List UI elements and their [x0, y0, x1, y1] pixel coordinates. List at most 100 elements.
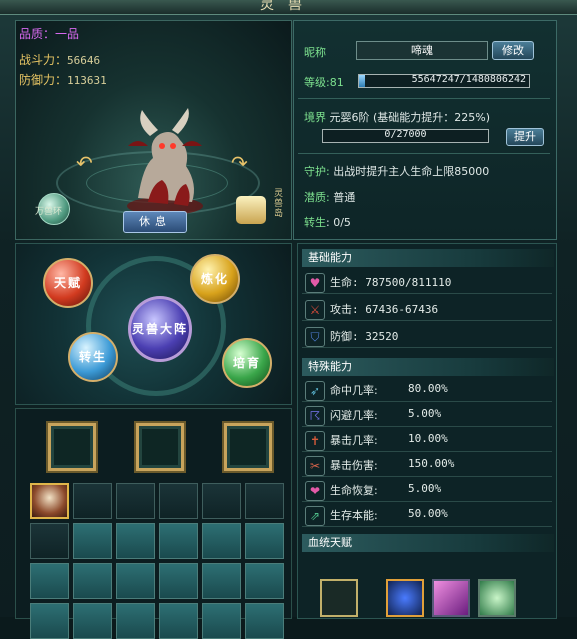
divider	[298, 98, 550, 99]
defense-power-row: 防御力：113631	[19, 71, 107, 88]
potential-text: 普通	[333, 191, 356, 204]
inventory-slot[interactable]	[245, 483, 284, 519]
inventory-slot[interactable]	[116, 603, 155, 639]
level-label: 等级	[304, 76, 326, 89]
inventory-slot[interactable]	[73, 523, 112, 559]
rotate-right-arrow-icon[interactable]: ↷	[231, 151, 248, 175]
rebirth-label: 转生	[304, 216, 326, 229]
inventory-slot[interactable]	[202, 483, 241, 519]
inventory-slot[interactable]	[159, 603, 198, 639]
special-stat-value: 80.00%	[408, 382, 448, 395]
pet-model-image[interactable]	[118, 106, 213, 216]
heart-regen-icon: ❤	[305, 481, 325, 501]
defense-power-label: 防御力：	[19, 73, 68, 87]
special-stat-value: 5.00%	[408, 407, 442, 420]
potential-label: 潜质	[304, 191, 326, 204]
basic-stat-row: ⚔ 攻击: 67436-67436	[302, 298, 552, 321]
basic-abilities-header: 基础能力	[302, 249, 554, 267]
special-stat-row: ➶ 命中几率: 80.00%	[302, 379, 552, 402]
inventory-slot[interactable]	[30, 523, 69, 559]
guard-text: 出战时提升主人生命上限85000	[333, 165, 490, 178]
bloodline-talent-header: 血统天赋	[302, 534, 554, 552]
rename-button[interactable]: 修改	[492, 41, 534, 60]
special-stat-label: 暴击伤害:	[330, 459, 378, 472]
survival-icon: ⇗	[305, 506, 325, 526]
xp-text: 55647247/1480806242	[411, 74, 526, 85]
bloodline-wing-icon[interactable]	[432, 579, 470, 617]
inventory-slot[interactable]	[202, 603, 241, 639]
shield-icon: ⛉	[305, 327, 325, 347]
inventory-slot[interactable]	[30, 603, 69, 639]
inventory-slot[interactable]	[159, 483, 198, 519]
dodge-icon: ☈	[305, 406, 325, 426]
equip-slot[interactable]	[48, 423, 96, 471]
basic-stat-text: 生命: 787500/811110	[330, 276, 452, 289]
rotate-left-arrow-icon[interactable]: ↶	[76, 151, 93, 175]
stage-progress-bar: 0/27000	[322, 129, 489, 143]
special-stat-value: 5.00%	[408, 482, 442, 495]
inventory-slot[interactable]	[245, 523, 284, 559]
inventory-slot[interactable]	[73, 483, 112, 519]
level-value: :81	[326, 76, 344, 89]
level-row: 等级:81	[304, 74, 344, 90]
basic-stat-text: 防御: 32520	[330, 330, 399, 343]
crit-damage-icon: ✂	[305, 456, 325, 476]
bloodline-slot-empty[interactable]	[320, 579, 358, 617]
special-stat-label: 命中几率:	[330, 384, 378, 397]
refine-orb-button[interactable]: 炼化	[190, 254, 240, 304]
rebirth-orb-button[interactable]: 转生	[68, 332, 118, 382]
stats-panel: 基础能力 ♥ 生命: 787500/811110 ⚔ 攻击: 67436-67436 ⛉…	[297, 243, 557, 619]
special-stat-value: 50.00%	[408, 507, 448, 520]
arrow-icon: ➶	[305, 381, 325, 401]
inventory-slot[interactable]	[159, 523, 198, 559]
pet-island-label: 灵兽岛	[274, 189, 284, 219]
formation-panel: 天赋 炼化 灵兽大阵 转生 培育	[15, 243, 292, 405]
nickname-field[interactable]: 啼魂	[356, 41, 488, 60]
nickname-label: 昵称	[304, 46, 326, 59]
special-stat-value: 150.00%	[408, 457, 455, 470]
guard-label: 守护	[304, 165, 326, 178]
pet-display-panel: 品质：一品 战斗力：56646 防御力：113631 ↶ ↷ 万兽环 休息 灵兽…	[15, 20, 292, 240]
bloodline-beast-icon[interactable]	[386, 579, 424, 617]
special-stat-row: ✝ 暴击几率: 10.00%	[302, 429, 552, 452]
inventory-slot[interactable]	[116, 483, 155, 519]
inventory-slot[interactable]	[202, 563, 241, 599]
inventory-slot[interactable]	[30, 563, 69, 599]
inventory-slot[interactable]	[202, 523, 241, 559]
defense-power-value: 113631	[67, 74, 107, 87]
inventory-slot[interactable]	[159, 563, 198, 599]
inventory-grid	[30, 483, 284, 639]
combat-power-row: 战斗力：56646	[19, 51, 100, 68]
rest-button[interactable]: 休息	[123, 211, 187, 233]
inventory-slot[interactable]	[116, 563, 155, 599]
heart-icon: ♥	[305, 273, 325, 293]
inventory-slot-pet[interactable]	[30, 483, 69, 519]
window-title-bar: 灵兽	[0, 0, 577, 15]
special-stat-label: 生存本能:	[330, 509, 378, 522]
inventory-slot[interactable]	[245, 563, 284, 599]
equip-slot[interactable]	[224, 423, 272, 471]
talent-orb-button[interactable]: 天赋	[43, 258, 93, 308]
wanshou-ring-label: 万兽环	[35, 207, 63, 217]
pet-quality: 品质：一品	[19, 27, 80, 41]
bloodline-swirl-icon[interactable]	[478, 579, 516, 617]
equip-slot[interactable]	[136, 423, 184, 471]
combat-power-value: 56646	[67, 54, 101, 67]
inventory-slot[interactable]	[73, 603, 112, 639]
special-stat-row: ❤ 生命恢复: 5.00%	[302, 479, 552, 502]
special-stat-row: ☈ 闪避几率: 5.00%	[302, 404, 552, 427]
formation-center-button[interactable]: 灵兽大阵	[128, 296, 192, 362]
special-stat-label: 暴击几率:	[330, 434, 378, 447]
inventory-slot[interactable]	[245, 603, 284, 639]
xp-bar: 55647247/1480806242	[358, 74, 530, 88]
inventory-slot[interactable]	[73, 563, 112, 599]
upgrade-button[interactable]: 提升	[506, 128, 544, 146]
pet-inventory-panel	[15, 408, 292, 639]
special-stat-label: 闪避几率:	[330, 409, 378, 422]
cultivate-orb-button[interactable]: 培育	[222, 338, 272, 388]
window-title: 灵兽	[260, 0, 316, 13]
treasure-bag-icon[interactable]	[236, 196, 266, 224]
inventory-slot[interactable]	[116, 523, 155, 559]
combat-power-label: 战斗力：	[19, 53, 68, 67]
crossed-swords-icon: ⚔	[305, 300, 325, 320]
